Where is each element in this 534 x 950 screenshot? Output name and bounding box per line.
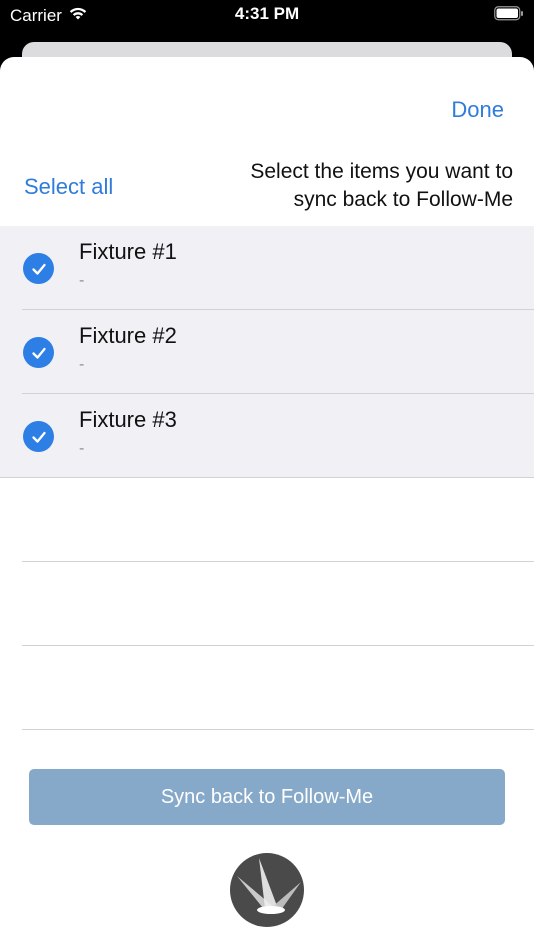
item-title: Fixture #1 (79, 239, 177, 264)
list-item[interactable]: Fixture #1 - (0, 226, 534, 310)
item-subtitle: - (79, 440, 85, 457)
follow-me-spotlight-logo (229, 852, 305, 928)
status-bar: Carrier 4:31 PM (0, 0, 534, 30)
item-subtitle: - (79, 272, 85, 289)
sync-selection-sheet: Done Select all Select the items you wan… (0, 57, 534, 950)
item-title: Fixture #3 (79, 407, 177, 432)
checkmark-circle-icon[interactable] (23, 421, 54, 452)
checkmark-circle-icon[interactable] (23, 253, 54, 284)
select-all-button[interactable]: Select all (24, 174, 113, 200)
list-item[interactable]: Fixture #3 - (0, 394, 534, 478)
item-subtitle: - (79, 356, 85, 373)
fixture-list: Fixture #1 - Fixture #2 - Fixture #3 - (0, 226, 534, 730)
empty-row (0, 646, 534, 730)
empty-row (0, 562, 534, 646)
instructions-text: Select the items you want to sync back t… (250, 160, 513, 211)
item-title: Fixture #2 (79, 323, 177, 348)
empty-row (0, 478, 534, 562)
sync-button[interactable]: Sync back to Follow-Me (29, 769, 505, 825)
status-time: 4:31 PM (234, 4, 300, 23)
divider (22, 729, 534, 730)
checkmark-circle-icon[interactable] (23, 337, 54, 368)
done-button[interactable]: Done (451, 97, 504, 123)
list-item[interactable]: Fixture #2 - (0, 310, 534, 394)
battery-icon (494, 6, 524, 21)
